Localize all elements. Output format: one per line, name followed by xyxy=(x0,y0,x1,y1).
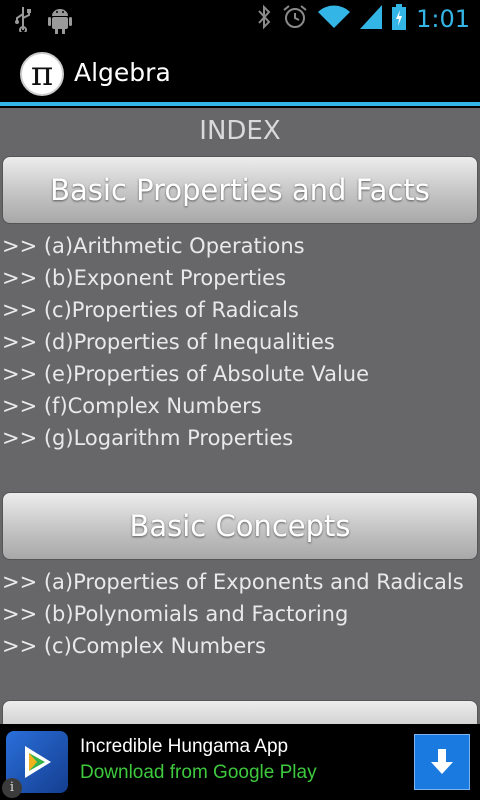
list-item[interactable]: >> (g)Logarithm Properties xyxy=(2,422,480,454)
ad-banner[interactable]: Incredible Hungama App Download from Goo… xyxy=(0,724,480,800)
list-item[interactable]: >> (e)Properties of Absolute Value xyxy=(2,358,480,390)
section-links-basic-concepts: >> (a)Properties of Exponents and Radica… xyxy=(0,560,480,662)
usb-icon xyxy=(14,6,32,38)
list-item[interactable]: >> (b)Exponent Properties xyxy=(2,262,480,294)
wifi-icon xyxy=(318,5,351,33)
list-item[interactable]: >> (a)Arithmetic Operations xyxy=(2,230,480,262)
bluetooth-icon xyxy=(256,4,272,34)
index-heading: INDEX xyxy=(199,116,281,146)
list-item[interactable]: >> (a)Properties of Exponents and Radica… xyxy=(2,566,480,598)
index-content[interactable]: INDEX Basic Properties and Facts >> (a)A… xyxy=(0,108,480,724)
battery-charging-icon xyxy=(392,4,407,34)
list-item[interactable]: >> (c)Properties of Radicals xyxy=(2,294,480,326)
info-icon[interactable]: i xyxy=(2,778,22,798)
section-button-next-partial[interactable] xyxy=(2,700,478,724)
alarm-icon xyxy=(282,4,308,34)
app-title: Algebra xyxy=(74,58,171,87)
list-item[interactable]: >> (f)Complex Numbers xyxy=(2,390,480,422)
pi-glyph: π xyxy=(30,54,54,94)
list-item[interactable]: >> (c)Complex Numbers xyxy=(2,630,480,662)
clock-time: 1:01 xyxy=(416,5,470,33)
android-debug-icon xyxy=(48,6,72,38)
section-button-basic-concepts[interactable]: Basic Concepts xyxy=(2,492,478,560)
ad-title[interactable]: Incredible Hungama App xyxy=(80,736,288,758)
section-links-basic-properties: >> (a)Arithmetic Operations >> (b)Expone… xyxy=(0,224,480,454)
section-button-basic-properties[interactable]: Basic Properties and Facts xyxy=(2,156,478,224)
action-bar: π Algebra xyxy=(0,38,480,106)
list-item[interactable]: >> (b)Polynomials and Factoring xyxy=(2,598,480,630)
list-item[interactable]: >> (d)Properties of Inequalities xyxy=(2,326,480,358)
status-bar: 1:01 xyxy=(0,0,480,38)
pi-icon[interactable]: π xyxy=(20,52,64,96)
ad-subtitle[interactable]: Download from Google Play xyxy=(80,762,317,784)
signal-icon xyxy=(360,5,383,33)
download-arrow-icon[interactable] xyxy=(414,734,470,790)
